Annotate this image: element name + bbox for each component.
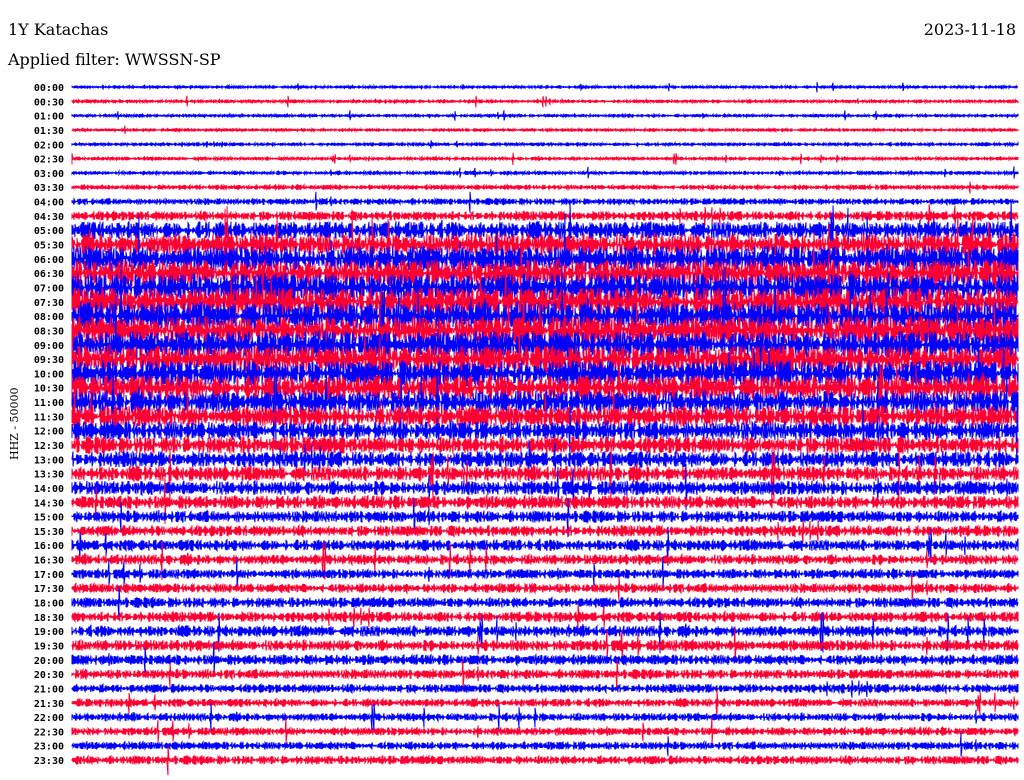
- row-time-label: 00:00: [34, 83, 64, 94]
- row-time-label: 21:00: [34, 684, 64, 695]
- trace-0000: [71, 82, 1019, 93]
- row-time-label: 13:30: [34, 470, 64, 481]
- trace-0230: [71, 152, 1019, 165]
- row-time-label: 10:30: [34, 384, 64, 395]
- row-time-label: 11:30: [34, 412, 64, 423]
- row-time-label: 04:00: [34, 198, 64, 209]
- row-time-label: 14:00: [34, 484, 64, 495]
- row-time-label: 18:30: [34, 613, 64, 624]
- row-time-label: 16:00: [34, 541, 64, 552]
- row-time-label: 07:30: [34, 298, 64, 309]
- helicorder-plot: 00:00 00:30 01:00 01:30 02:00 02:30 03:00 03:30…: [34, 82, 1019, 776]
- row-time-label: 08:30: [34, 326, 64, 337]
- row-time-label: 18:00: [34, 599, 64, 610]
- row-time-label: 08:00: [34, 312, 64, 323]
- y-axis-label: HHZ - 50000: [8, 387, 21, 460]
- trace-0300: [71, 166, 1019, 179]
- row-time-label: 01:00: [34, 112, 64, 123]
- row-time-label: 22:30: [34, 727, 64, 738]
- row-time-label: 23:00: [34, 742, 64, 753]
- trace-2100: [71, 680, 1019, 698]
- row-time-label: 22:00: [34, 713, 64, 724]
- trace-0200: [71, 140, 1019, 149]
- row-time-label: 20:00: [34, 656, 64, 667]
- row-time-label: 06:30: [34, 269, 64, 280]
- row-time-label: 05:00: [34, 226, 64, 237]
- row-time-label: 05:30: [34, 241, 64, 252]
- row-time-label: 19:30: [34, 641, 64, 652]
- row-time-label: 20:30: [34, 670, 64, 681]
- row-time-label: 03:00: [34, 169, 64, 180]
- row-time-label: 15:30: [34, 527, 64, 538]
- row-time-label: 03:30: [34, 183, 64, 194]
- row-time-label: 09:30: [34, 355, 64, 366]
- trace-2230: [71, 717, 1019, 745]
- row-time-label: 02:00: [34, 140, 64, 151]
- trace-0400: [71, 191, 1019, 213]
- row-time-label: 09:00: [34, 341, 64, 352]
- row-time-label: 21:30: [34, 699, 64, 710]
- row-time-label: 04:30: [34, 212, 64, 223]
- trace-1830: [71, 604, 1019, 631]
- row-time-label: 12:30: [34, 441, 64, 452]
- row-time-label: 19:00: [34, 627, 64, 638]
- trace-0030: [71, 95, 1019, 108]
- row-time-label: 02:30: [34, 155, 64, 166]
- row-time-label: 13:00: [34, 455, 64, 466]
- row-time-label: 23:30: [34, 756, 64, 767]
- row-time-label: 06:00: [34, 255, 64, 266]
- row-time-label: 07:00: [34, 283, 64, 294]
- trace-1530: [71, 520, 1019, 543]
- row-time-label: 17:00: [34, 570, 64, 581]
- trace-2130: [71, 689, 1019, 718]
- trace-2330: [71, 746, 1019, 776]
- row-time-label: 11:00: [34, 398, 64, 409]
- trace-0330: [71, 181, 1019, 194]
- row-time-label: 10:00: [34, 369, 64, 380]
- row-time-label: 12:00: [34, 427, 64, 438]
- row-time-label: 16:30: [34, 556, 64, 567]
- row-time-label: 01:30: [34, 126, 64, 137]
- row-time-label: 00:30: [34, 97, 64, 108]
- trace-0130: [71, 125, 1019, 135]
- trace-2300: [71, 733, 1019, 757]
- row-time-label: 14:30: [34, 498, 64, 509]
- row-time-label: 17:30: [34, 584, 64, 595]
- row-time-label: 15:00: [34, 513, 64, 524]
- trace-0100: [71, 110, 1019, 121]
